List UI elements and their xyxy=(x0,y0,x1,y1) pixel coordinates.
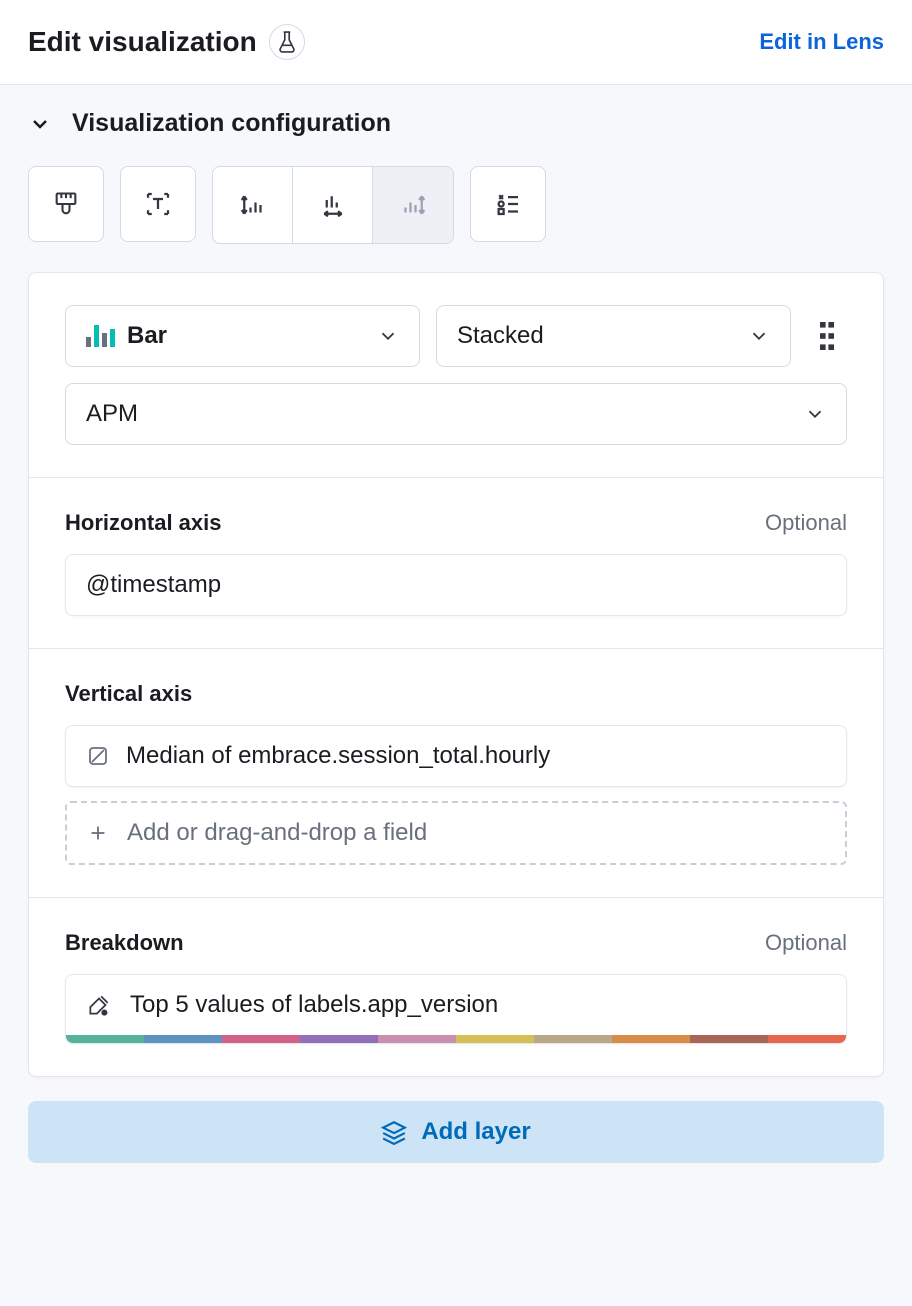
stacking-select[interactable]: Stacked xyxy=(436,305,791,367)
layers-icon xyxy=(381,1119,407,1145)
optional-label: Optional xyxy=(765,510,847,536)
appearance-button[interactable] xyxy=(28,166,104,242)
breakdown-label: Breakdown xyxy=(65,930,184,956)
chart-type-row: Bar Stacked APM xyxy=(29,273,883,478)
breakdown-field[interactable]: Top 5 values of labels.app_version xyxy=(65,974,847,1044)
stacking-label: Stacked xyxy=(457,322,544,350)
edit-in-lens-link[interactable]: Edit in Lens xyxy=(759,29,884,55)
header-title-wrap: Edit visualization xyxy=(28,24,305,60)
chevron-down-icon xyxy=(377,325,399,347)
section-toggle[interactable]: Visualization configuration xyxy=(28,109,884,138)
bottom-axis-icon xyxy=(318,190,348,220)
text-frame-icon xyxy=(143,189,173,219)
field-value: @timestamp xyxy=(86,571,221,599)
vertical-axis-field[interactable]: Median of embrace.session_total.hourly xyxy=(65,725,847,787)
legend-icon xyxy=(493,189,523,219)
horizontal-axis-label: Horizontal axis xyxy=(65,510,221,536)
add-layer-label: Add layer xyxy=(421,1118,530,1146)
content: Visualization configuration xyxy=(0,85,912,1187)
axis-group xyxy=(212,166,454,244)
chevron-down-icon xyxy=(748,325,770,347)
breakdown-section: Breakdown Optional Top 5 values of label… xyxy=(29,898,883,1076)
brush-icon xyxy=(52,190,80,218)
chart-type-label: Bar xyxy=(127,322,167,350)
layer-drag-handle[interactable] xyxy=(807,316,847,356)
left-axis-button[interactable] xyxy=(213,167,293,243)
add-metric-dropzone[interactable]: Add or drag-and-drop a field xyxy=(65,801,847,865)
empty-icon xyxy=(86,744,110,768)
field-value: Top 5 values of labels.app_version xyxy=(130,991,498,1019)
grab-icon xyxy=(820,322,834,350)
plus-icon xyxy=(87,822,109,844)
optional-label: Optional xyxy=(765,930,847,956)
chevron-down-icon xyxy=(804,403,826,425)
layer-panel: Bar Stacked APM Horizontal axis xyxy=(28,272,884,1077)
header: Edit visualization Edit in Lens xyxy=(0,0,912,85)
page-title: Edit visualization xyxy=(28,26,257,58)
bottom-axis-button[interactable] xyxy=(293,167,373,243)
add-layer-button[interactable]: Add layer xyxy=(28,1101,884,1163)
section-title: Visualization configuration xyxy=(72,109,391,138)
palette-icon xyxy=(86,992,112,1018)
beaker-icon xyxy=(278,31,296,53)
beaker-badge xyxy=(269,24,305,60)
vertical-axis-section: Vertical axis Median of embrace.session_… xyxy=(29,649,883,898)
left-axis-icon xyxy=(238,190,268,220)
index-pattern-select[interactable]: APM xyxy=(65,383,847,445)
palette-preview xyxy=(66,1035,846,1043)
field-value: Median of embrace.session_total.hourly xyxy=(126,742,550,770)
bar-chart-icon xyxy=(86,325,115,347)
add-placeholder: Add or drag-and-drop a field xyxy=(127,819,427,847)
chart-type-select[interactable]: Bar xyxy=(65,305,420,367)
index-pattern-label: APM xyxy=(86,400,138,428)
vertical-axis-label: Vertical axis xyxy=(65,681,192,707)
right-axis-button xyxy=(373,167,453,243)
horizontal-axis-section: Horizontal axis Optional @timestamp xyxy=(29,478,883,649)
toolbar xyxy=(28,166,884,244)
horizontal-axis-field[interactable]: @timestamp xyxy=(65,554,847,616)
chevron-down-icon xyxy=(28,112,52,136)
legend-button[interactable] xyxy=(470,166,546,242)
right-axis-icon xyxy=(398,190,428,220)
titles-button[interactable] xyxy=(120,166,196,242)
